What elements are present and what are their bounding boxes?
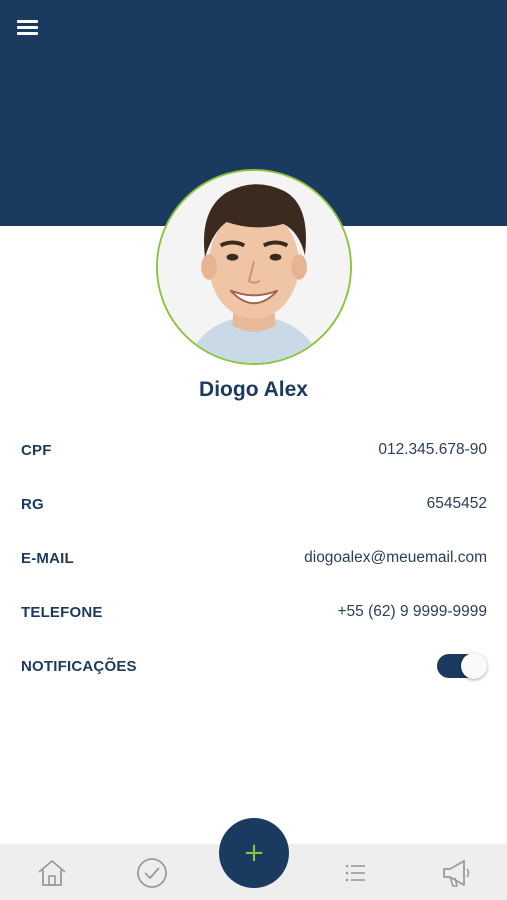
field-label: E-MAIL [21, 549, 74, 567]
add-button[interactable]: + [219, 818, 289, 888]
field-value: diogoalex@meuemail.com [304, 549, 487, 566]
notifications-label: NOTIFICAÇÕES [21, 657, 137, 675]
notifications-toggle[interactable] [437, 653, 487, 679]
field-value: +55 (62) 9 9999-9999 [337, 603, 487, 620]
field-cpf: CPF 012.345.678-90 [21, 438, 487, 462]
field-notificacoes: NOTIFICAÇÕES [21, 653, 487, 679]
avatar [156, 169, 352, 365]
field-label: CPF [21, 441, 52, 459]
list-icon[interactable] [339, 857, 371, 889]
field-email: E-MAIL diogoalex@meuemail.com [21, 546, 487, 570]
home-icon[interactable] [36, 857, 68, 889]
field-value: 6545452 [426, 495, 487, 512]
profile-photo [158, 171, 350, 363]
plus-icon: + [243, 838, 265, 868]
megaphone-icon[interactable] [440, 857, 472, 889]
toggle-knob [461, 653, 487, 679]
profile-name: Diogo Alex [199, 378, 308, 401]
field-value: 012.345.678-90 [378, 441, 487, 458]
field-label: TELEFONE [21, 603, 103, 621]
field-telefone: TELEFONE +55 (62) 9 9999-9999 [21, 600, 487, 624]
field-rg: RG 6545452 [21, 492, 487, 516]
check-circle-icon[interactable] [136, 857, 168, 889]
field-label: RG [21, 495, 44, 513]
hamburger-menu-icon[interactable] [17, 20, 39, 37]
